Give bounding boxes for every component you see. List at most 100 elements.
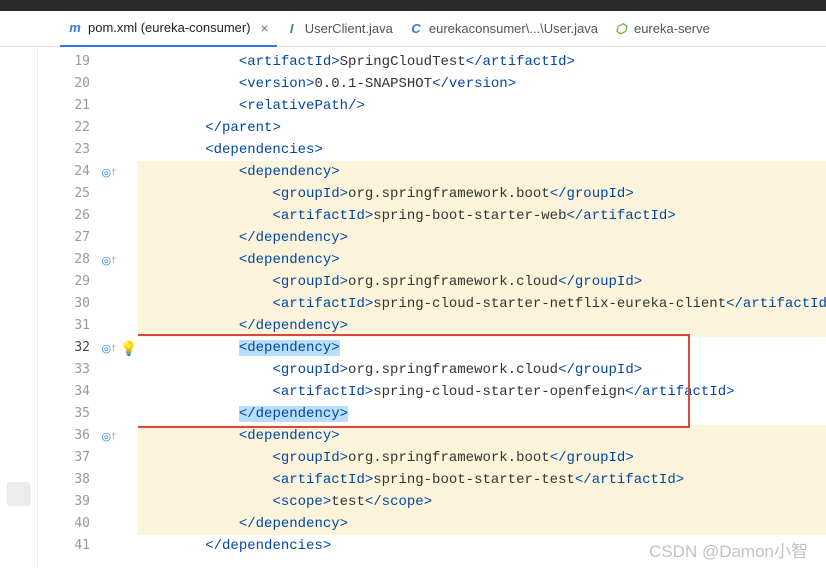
intention-slot <box>120 183 138 205</box>
line-number[interactable]: 28 <box>38 249 90 271</box>
line-number[interactable]: 32 <box>38 337 90 359</box>
gutter-mark[interactable]: ◎↑ <box>98 337 120 359</box>
intention-slot <box>120 73 138 95</box>
xml-tag-name: dependency <box>256 230 340 246</box>
xml-text: spring-boot-starter-test <box>373 472 575 488</box>
line-number[interactable]: 36 <box>38 425 90 447</box>
code-line[interactable]: <artifactId>spring-boot-starter-web</art… <box>138 205 826 227</box>
code-line[interactable]: <groupId>org.springframework.cloud</grou… <box>138 271 826 293</box>
code-line[interactable]: <dependency> <box>138 425 826 447</box>
line-number[interactable]: 35 <box>38 403 90 425</box>
code-line[interactable]: <groupId>org.springframework.boot</group… <box>138 183 826 205</box>
line-number[interactable]: 21 <box>38 95 90 117</box>
line-number[interactable]: 37 <box>38 447 90 469</box>
xml-tag-name: artifactId <box>281 472 365 488</box>
xml-bracket: < <box>272 362 280 378</box>
editor-tab-3[interactable]: ⬡eureka-serve <box>606 11 718 47</box>
target-icon: ◎ <box>101 342 111 355</box>
line-number[interactable]: 20 <box>38 73 90 95</box>
line-number[interactable]: 41 <box>38 535 90 557</box>
xml-tag-name: version <box>449 76 508 92</box>
java-interface-icon: I <box>285 22 299 36</box>
code-line[interactable]: <dependency> <box>138 249 826 271</box>
code-line[interactable]: </dependency> <box>138 403 826 425</box>
code-line[interactable]: <artifactId>spring-cloud-starter-openfei… <box>138 381 826 403</box>
xml-bracket: < <box>272 494 280 510</box>
xml-bracket: > <box>340 406 348 422</box>
xml-bracket: > <box>340 274 348 290</box>
xml-tag-name: dependency <box>256 516 340 532</box>
xml-tag-name: artifactId <box>281 384 365 400</box>
code-line[interactable]: <artifactId>spring-cloud-starter-netflix… <box>138 293 826 315</box>
xml-bracket: < <box>239 340 247 356</box>
xml-text: org.springframework.boot <box>348 450 550 466</box>
line-number[interactable]: 29 <box>38 271 90 293</box>
line-number[interactable]: 24 <box>38 161 90 183</box>
target-icon: ◎ <box>101 166 111 179</box>
xml-bracket: </ <box>365 494 382 510</box>
spring-icon: ⬡ <box>614 22 628 36</box>
xml-tag-name: artifactId <box>483 54 567 70</box>
editor-tab-1[interactable]: IUserClient.java <box>277 11 401 47</box>
xml-bracket: > <box>272 120 280 136</box>
tab-label: pom.xml (eureka-consumer) <box>88 20 251 35</box>
code-line[interactable]: <dependency> <box>138 337 826 359</box>
xml-bracket: < <box>272 186 280 202</box>
code-line[interactable]: </dependency> <box>138 315 826 337</box>
xml-tag-name: dependency <box>247 164 331 180</box>
xml-tag-name: dependencies <box>214 142 315 158</box>
intention-slot[interactable]: 💡 <box>120 337 138 359</box>
code-line[interactable]: <artifactId>SpringCloudTest</artifactId> <box>138 51 826 73</box>
line-number-gutter: 1920212223242526272829303132333435363738… <box>38 47 98 568</box>
intention-slot <box>120 51 138 73</box>
editor-tab-2[interactable]: Ceurekaconsumer\...\User.java <box>401 11 606 47</box>
code-line[interactable]: </parent> <box>138 117 826 139</box>
gutter-mark <box>98 205 120 227</box>
xml-bracket: < <box>272 274 280 290</box>
code-line[interactable]: </dependency> <box>138 227 826 249</box>
line-number[interactable]: 19 <box>38 51 90 73</box>
code-line[interactable]: <groupId>org.springframework.boot</group… <box>138 447 826 469</box>
code-line[interactable]: <dependencies> <box>138 139 826 161</box>
line-number[interactable]: 34 <box>38 381 90 403</box>
code-line[interactable]: <relativePath/> <box>138 95 826 117</box>
code-line[interactable]: </dependency> <box>138 513 826 535</box>
gutter-mark[interactable]: ◎↑ <box>98 161 120 183</box>
line-number[interactable]: 30 <box>38 293 90 315</box>
editor-tab-0[interactable]: mpom.xml (eureka-consumer)× <box>60 11 277 47</box>
xml-tag-name: artifactId <box>592 472 676 488</box>
line-number[interactable]: 39 <box>38 491 90 513</box>
code-line[interactable]: <artifactId>spring-boot-starter-test</ar… <box>138 469 826 491</box>
line-number[interactable]: 38 <box>38 469 90 491</box>
gutter-mark[interactable]: ◎↑ <box>98 425 120 447</box>
xml-text: spring-cloud-starter-openfeign <box>373 384 625 400</box>
gutter-mark <box>98 139 120 161</box>
line-number[interactable]: 26 <box>38 205 90 227</box>
line-number[interactable]: 40 <box>38 513 90 535</box>
xml-tag-name: artifactId <box>642 384 726 400</box>
xml-bracket: </ <box>466 54 483 70</box>
code-viewport[interactable]: <artifactId>SpringCloudTest</artifactId>… <box>138 47 826 568</box>
code-line[interactable]: <groupId>org.springframework.cloud</grou… <box>138 359 826 381</box>
gutter-mark[interactable]: ◎↑ <box>98 249 120 271</box>
code-line[interactable]: <scope>test</scope> <box>138 491 826 513</box>
line-number[interactable]: 31 <box>38 315 90 337</box>
code-line[interactable]: <version>0.0.1-SNAPSHOT</version> <box>138 73 826 95</box>
line-number[interactable]: 33 <box>38 359 90 381</box>
line-number[interactable]: 27 <box>38 227 90 249</box>
xml-tag-name: artifactId <box>281 296 365 312</box>
close-icon[interactable]: × <box>257 20 269 36</box>
xml-bracket: > <box>508 76 516 92</box>
code-line[interactable]: <dependency> <box>138 161 826 183</box>
gutter-mark <box>98 513 120 535</box>
structure-marker[interactable] <box>7 482 31 506</box>
line-number[interactable]: 23 <box>38 139 90 161</box>
xml-bracket: < <box>239 54 247 70</box>
intention-slot <box>120 227 138 249</box>
line-number[interactable]: 25 <box>38 183 90 205</box>
xml-bracket: </ <box>205 120 222 136</box>
gutter-mark <box>98 227 120 249</box>
intention-slot <box>120 293 138 315</box>
line-number[interactable]: 22 <box>38 117 90 139</box>
xml-tag-name: version <box>247 76 306 92</box>
